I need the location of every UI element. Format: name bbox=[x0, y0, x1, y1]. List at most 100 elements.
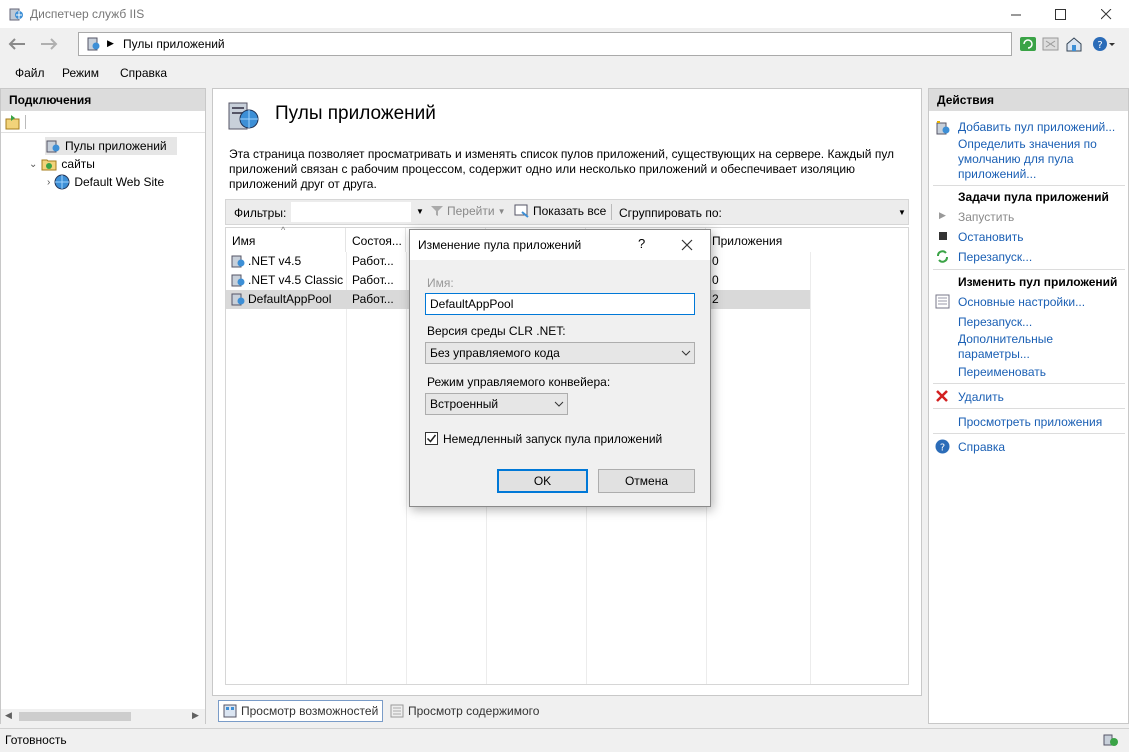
sort-asc-icon: ^ bbox=[281, 225, 286, 235]
maximize-button[interactable] bbox=[1037, 0, 1083, 28]
column-header-label: Состоя... bbox=[352, 234, 402, 248]
basic-settings-link[interactable]: Основные настройки... bbox=[958, 295, 1085, 310]
stop-link[interactable]: Остановить bbox=[958, 230, 1024, 245]
title-bar: Диспетчер служб IIS bbox=[0, 0, 1129, 28]
cell-apps: 0 bbox=[712, 273, 719, 287]
pipeline-mode-value: Встроенный bbox=[430, 397, 499, 411]
scrollbar-thumb[interactable] bbox=[19, 712, 131, 721]
cancel-button[interactable]: Отмена bbox=[598, 469, 695, 493]
column-header-label: Приложения bbox=[712, 234, 783, 248]
horizontal-scrollbar[interactable]: ◀ ▶ bbox=[1, 709, 205, 724]
show-all-icon bbox=[514, 204, 529, 218]
funnel-icon bbox=[431, 206, 443, 216]
iis-app-icon bbox=[9, 8, 23, 21]
start-link[interactable]: Запустить bbox=[958, 210, 1014, 225]
status-text: Готовность bbox=[5, 733, 67, 747]
dialog-close-icon[interactable] bbox=[681, 239, 693, 251]
filter-input[interactable] bbox=[291, 202, 411, 222]
status-bar: Готовность bbox=[0, 728, 1129, 752]
minimize-icon bbox=[1010, 14, 1021, 15]
cell-state: Работ... bbox=[352, 292, 394, 306]
menu-file[interactable]: Файл bbox=[15, 66, 45, 80]
tree-item-app-pools[interactable]: Пулы приложений bbox=[45, 137, 177, 155]
group-by-label[interactable]: Сгруппировать по: bbox=[619, 206, 722, 220]
page-title: Пулы приложений bbox=[275, 103, 436, 124]
network-status-icon bbox=[1103, 734, 1118, 746]
stop-square-icon bbox=[939, 232, 947, 240]
help-dropdown-icon[interactable]: ? bbox=[1092, 36, 1116, 52]
content-view-icon bbox=[390, 704, 404, 718]
app-pool-icon bbox=[231, 274, 245, 287]
chevron-down-icon bbox=[554, 401, 564, 407]
actions-panel: Действия Добавить пул приложений... Опре… bbox=[928, 88, 1129, 724]
breadcrumb-path: Пулы приложений bbox=[123, 37, 225, 51]
dialog-help-button[interactable]: ? bbox=[638, 236, 645, 251]
actions-header: Действия bbox=[929, 89, 1128, 111]
autostart-checkbox[interactable] bbox=[425, 432, 438, 445]
chevron-down-icon[interactable]: ⌄ bbox=[29, 159, 37, 170]
show-all-label: Показать все bbox=[533, 204, 607, 218]
name-input[interactable] bbox=[425, 293, 695, 315]
tree-item-sites[interactable]: ⌄ сайты bbox=[29, 155, 95, 173]
address-field[interactable]: ▶ Пулы приложений bbox=[78, 32, 1012, 56]
globe-icon bbox=[54, 174, 70, 190]
play-icon: ▶ bbox=[939, 210, 946, 220]
delete-link[interactable]: Удалить bbox=[958, 390, 1004, 405]
clr-version-select[interactable]: Без управляемого кода bbox=[425, 342, 695, 364]
column-header-name[interactable]: Имя ^ bbox=[226, 225, 346, 252]
recycle-link[interactable]: Перезапуск... bbox=[958, 250, 1032, 265]
tree-item-default-web-site[interactable]: › Default Web Site bbox=[47, 173, 164, 191]
connections-toolbar bbox=[1, 111, 205, 133]
view-tabs: Просмотр возможностей Просмотр содержимо… bbox=[212, 700, 922, 724]
sites-folder-icon bbox=[41, 159, 57, 171]
more-dropdown-icon[interactable]: ▼ bbox=[898, 208, 906, 217]
go-button[interactable]: Перейти ▼ bbox=[430, 204, 505, 218]
advanced-settings-link[interactable]: Дополнительные параметры... bbox=[958, 332, 1108, 362]
back-button[interactable] bbox=[4, 32, 30, 56]
tab-content-view[interactable]: Просмотр содержимого bbox=[386, 700, 543, 722]
refresh-icon[interactable] bbox=[1019, 36, 1037, 52]
filter-bar: Фильтры: ▼ Перейти ▼ Показать все Сгрупп… bbox=[225, 199, 909, 225]
set-defaults-link[interactable]: Определить значения по умолчанию для пул… bbox=[958, 137, 1120, 182]
connect-icon[interactable] bbox=[5, 114, 21, 130]
view-applications-link[interactable]: Просмотреть приложения bbox=[958, 415, 1102, 430]
features-view-icon bbox=[223, 704, 237, 718]
menu-view[interactable]: Режим bbox=[62, 66, 99, 80]
menu-help[interactable]: Справка bbox=[120, 66, 167, 80]
autostart-label[interactable]: Немедленный запуск пула приложений bbox=[443, 432, 662, 446]
column-header-label: Имя bbox=[232, 234, 256, 248]
minimize-button[interactable] bbox=[993, 0, 1039, 28]
show-all-button[interactable]: Показать все bbox=[514, 204, 606, 218]
stop-icon[interactable] bbox=[1042, 36, 1060, 52]
help-icon: ? bbox=[935, 439, 950, 454]
breadcrumb-arrow-icon: ▶ bbox=[107, 38, 114, 48]
svg-text:?: ? bbox=[1097, 40, 1102, 51]
forward-button[interactable] bbox=[36, 32, 62, 56]
cell-state: Работ... bbox=[352, 254, 394, 268]
close-window-button[interactable] bbox=[1083, 0, 1129, 28]
window-title: Диспетчер служб IIS bbox=[30, 7, 145, 21]
filter-label: Фильтры: bbox=[234, 206, 287, 220]
home-icon[interactable] bbox=[1065, 36, 1083, 52]
address-bar: ▶ Пулы приложений ? bbox=[0, 28, 1129, 60]
server-icon bbox=[87, 37, 100, 51]
add-app-pool-link[interactable]: Добавить пул приложений... bbox=[958, 120, 1126, 135]
pipeline-mode-select[interactable]: Встроенный bbox=[425, 393, 568, 415]
recycling-link[interactable]: Перезапуск... bbox=[958, 315, 1032, 330]
maximize-icon bbox=[1054, 8, 1066, 20]
tab-features-view[interactable]: Просмотр возможностей bbox=[218, 700, 384, 722]
scroll-left-icon[interactable]: ◀ bbox=[5, 710, 12, 721]
rename-link[interactable]: Переименовать bbox=[958, 365, 1046, 380]
ok-button[interactable]: OK bbox=[497, 469, 588, 493]
column-header-state[interactable]: Состоя... bbox=[346, 228, 406, 252]
help-link[interactable]: Справка bbox=[958, 440, 1005, 455]
go-dropdown-icon[interactable]: ▼ bbox=[498, 207, 506, 216]
page-description: Эта страница позволяет просматривать и и… bbox=[229, 147, 895, 191]
back-arrow-icon bbox=[8, 38, 25, 50]
chevron-right-icon[interactable]: › bbox=[47, 177, 50, 188]
scroll-right-icon[interactable]: ▶ bbox=[192, 710, 199, 721]
tree-item-label: сайты bbox=[61, 157, 95, 171]
column-header-apps[interactable]: Приложения bbox=[706, 228, 810, 252]
pipeline-mode-label: Режим управляемого конвейера: bbox=[427, 375, 611, 389]
filter-dropdown-icon[interactable]: ▼ bbox=[416, 207, 424, 216]
